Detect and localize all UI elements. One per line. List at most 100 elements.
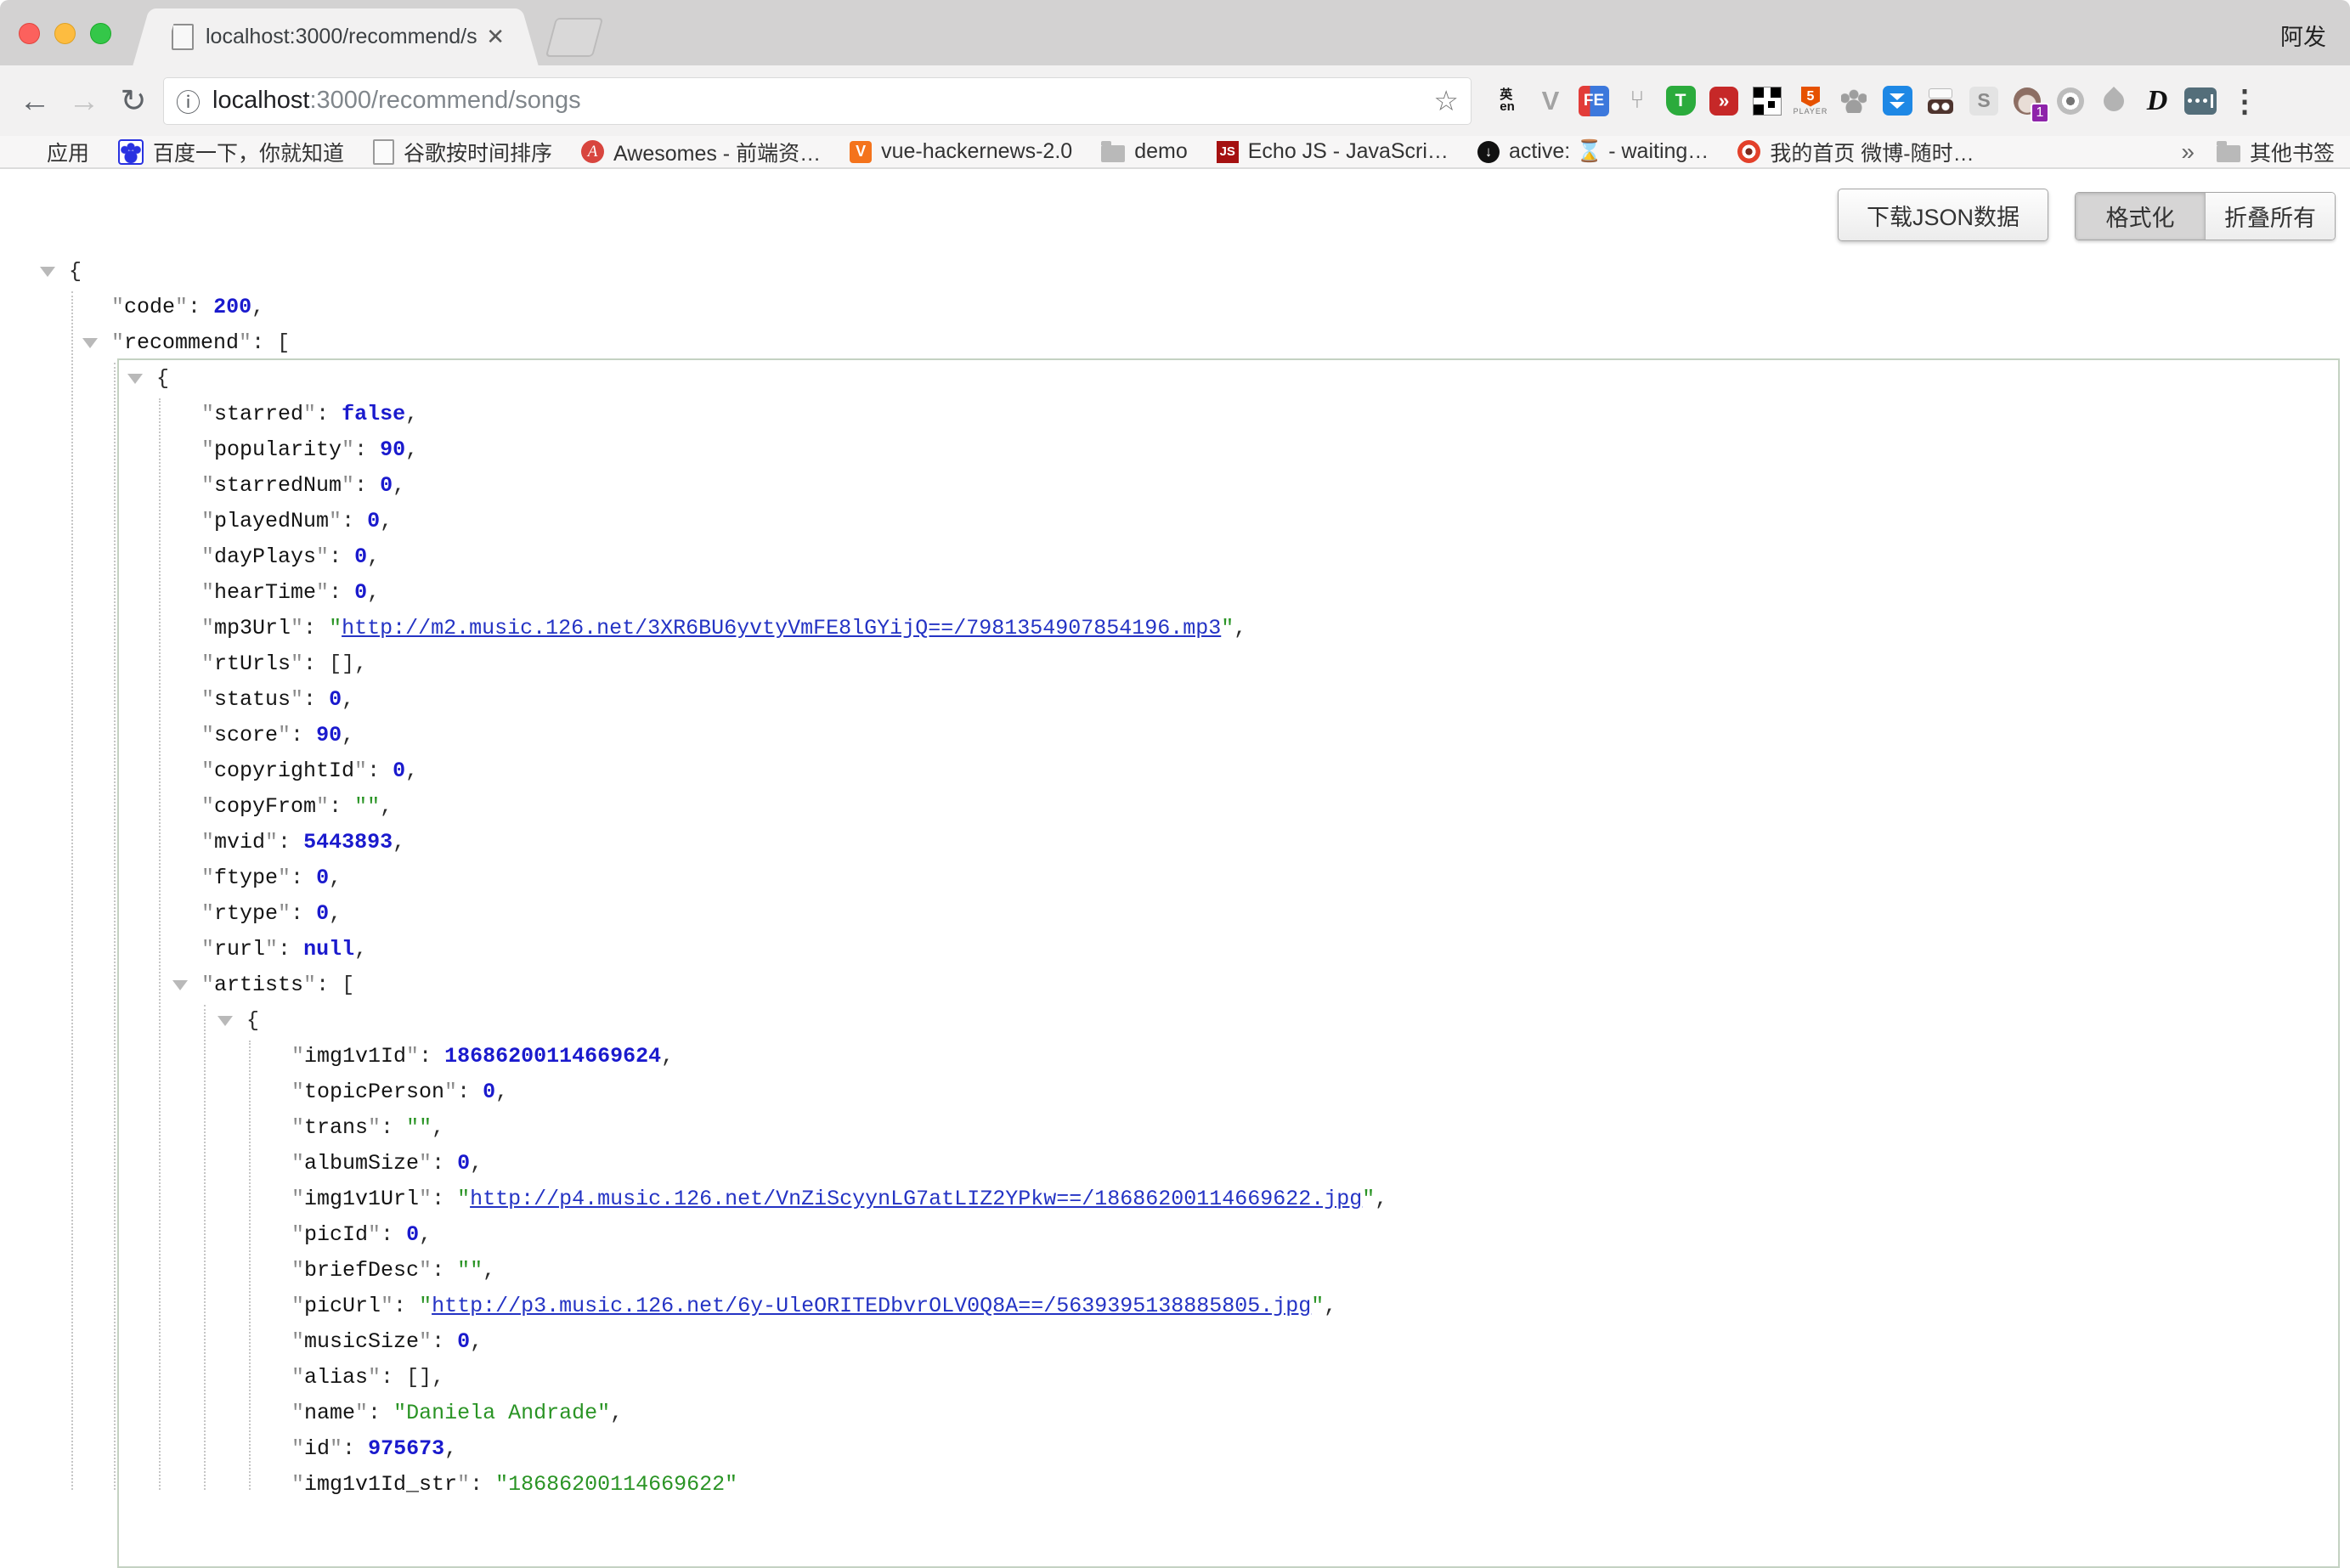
json-key: dayPlays [214,544,316,569]
back-icon[interactable]: ← [10,83,59,119]
collapse-triangle-icon[interactable] [40,267,55,277]
folder-icon [1101,145,1125,162]
sass-icon[interactable]: S [1967,82,2001,120]
json-key: rurl [214,937,265,962]
collapse-triangle-icon[interactable] [82,338,98,348]
json-value: 0 [316,866,329,890]
json-key: picUrl [304,1294,381,1318]
bookmark-item[interactable]: 我的首页 微博-随时… [1737,137,1974,167]
browser-menu-icon[interactable]: ⋮ [2229,83,2255,119]
collapse-all-button[interactable]: 折叠所有 [2206,193,2335,240]
json-line: { [0,254,2350,290]
paw-icon[interactable] [1837,82,1871,120]
json-open-brace: [ [277,330,290,355]
json-open-brace: { [156,366,169,391]
bookmark-item[interactable]: 谷歌按时间排序 [373,137,552,167]
video-speed-icon[interactable]: » [1707,82,1741,120]
json-line: "mp3Url": "http://m2.music.126.net/3XR6B… [0,611,2350,646]
page-icon [373,139,394,165]
address-bar[interactable]: ⓘ localhost:3000/recommend/songs ☆ [163,77,1472,125]
json-key: ftype [214,866,278,890]
collapse-triangle-icon[interactable] [217,1016,233,1026]
fe-icon[interactable]: FE [1577,82,1611,120]
json-link[interactable]: http://p3.music.126.net/6y-UleORITEDbvrO… [432,1294,1311,1318]
collapse-triangle-icon[interactable] [127,374,143,384]
json-value: 0 [367,509,380,533]
json-line: "copyFrom": "", [0,789,2350,825]
other-bookmarks[interactable]: 其他书签 [2217,137,2335,167]
weibo-gray-icon[interactable] [2053,82,2087,120]
bookmark-label: 我的首页 微博-随时… [1770,137,1974,167]
url-text[interactable]: localhost:3000/recommend/songs [212,87,1425,115]
download-helper-icon[interactable] [1880,82,1914,120]
tampermonkey-icon[interactable]: T [1664,82,1698,120]
json-line: "code": 200, [0,290,2350,325]
json-value: Daniela Andrade [406,1401,597,1425]
info-icon[interactable]: ⓘ [176,83,201,119]
json-line: "starredNum": 0, [0,468,2350,504]
bookmark-item[interactable]: AAwesomes - 前端资… [581,137,821,167]
json-line: "status": 0, [0,682,2350,718]
browser-tab[interactable]: localhost:3000/recommend/so ✕ [153,8,518,65]
profile-name[interactable]: 阿发 [2280,19,2326,52]
json-open-brace: { [246,1008,259,1033]
json-value: 0 [380,473,393,498]
navigation-bar: ← → ↻ ⓘ localhost:3000/recommend/songs ☆… [0,65,2350,136]
json-key: starredNum [214,473,342,498]
monkey-badge-icon[interactable]: 1 [2010,82,2044,120]
vimium-icon[interactable]: V [1534,82,1568,120]
json-line: "recommend": [ [0,325,2350,361]
download-json-button[interactable]: 下载JSON数据 [1838,189,2048,241]
translate-icon[interactable]: 英en [1490,82,1524,120]
json-line: "name": "Daniela Andrade", [0,1396,2350,1431]
json-line: "playedNum": 0, [0,504,2350,539]
proxy-icon[interactable] [2183,82,2217,120]
json-link[interactable]: http://m2.music.126.net/3XR6BU6yvtyVmFE8… [342,616,1221,640]
tab-close-icon[interactable]: ✕ [486,24,505,50]
apps-grid-icon [15,141,37,163]
json-key: copyFrom [214,794,316,819]
bookmark-item[interactable]: 百度一下，你就知道 [118,137,344,167]
darkreader-icon[interactable]: D [2140,82,2174,120]
vue-icon: V [850,141,872,163]
json-line: { [0,1003,2350,1039]
bookmark-item[interactable]: ↓active: ⌛ - waiting… [1477,139,1709,164]
bookmarks-overflow-icon[interactable]: » [2181,138,2195,166]
json-line: "id": 975673, [0,1431,2350,1467]
json-key: status [214,687,291,712]
json-line: "trans": "", [0,1110,2350,1146]
json-line: "img1v1Url": "http://p4.music.126.net/Vn… [0,1182,2350,1217]
bookmark-item[interactable]: demo [1101,139,1188,164]
json-value: 975673 [368,1436,444,1461]
json-line: "img1v1Id_str": "18686200114669622" [0,1467,2350,1503]
qrcode-icon[interactable] [1750,82,1784,120]
html5-player-icon[interactable]: 5PLAYER [1794,82,1827,120]
format-button[interactable]: 格式化 [2076,193,2206,240]
maximize-window-button[interactable] [90,23,111,44]
json-key: artists [214,973,303,997]
mask-icon[interactable] [1923,82,1957,120]
json-tree: {"code": 200,"recommend": [{"starred": f… [0,254,2350,1503]
bird-icon[interactable] [2097,82,2131,120]
bookmark-star-icon[interactable]: ☆ [1433,84,1459,117]
json-key: alias [304,1365,368,1390]
json-line: "alias": [], [0,1360,2350,1396]
bookmark-item[interactable]: Vvue-hackernews-2.0 [850,139,1072,164]
json-link[interactable]: http://p4.music.126.net/VnZiScyynLG7atLI… [470,1187,1362,1211]
close-window-button[interactable] [19,23,40,44]
json-value: [] [406,1365,432,1390]
extensions-row: 英en VFE⑂ T» 5PLAYER S1 D [1490,82,2217,120]
new-tab-button[interactable] [545,18,603,57]
json-key: score [214,723,278,747]
bookmark-label: 百度一下，你就知道 [153,137,344,167]
tab-strip: localhost:3000/recommend/so ✕ 阿发 [0,0,2350,65]
collapse-triangle-icon[interactable] [172,980,188,990]
reload-icon[interactable]: ↻ [109,82,158,119]
minimize-window-button[interactable] [54,23,76,44]
json-line: "rtype": 0, [0,896,2350,932]
folder-icon [2217,145,2240,162]
bookmark-item[interactable]: 应用 [15,137,89,167]
bookmark-label: Echo JS - JavaScri… [1248,139,1449,164]
bookmark-item[interactable]: JSEcho JS - JavaScri… [1217,139,1449,164]
octotree-icon[interactable]: ⑂ [1620,82,1654,120]
